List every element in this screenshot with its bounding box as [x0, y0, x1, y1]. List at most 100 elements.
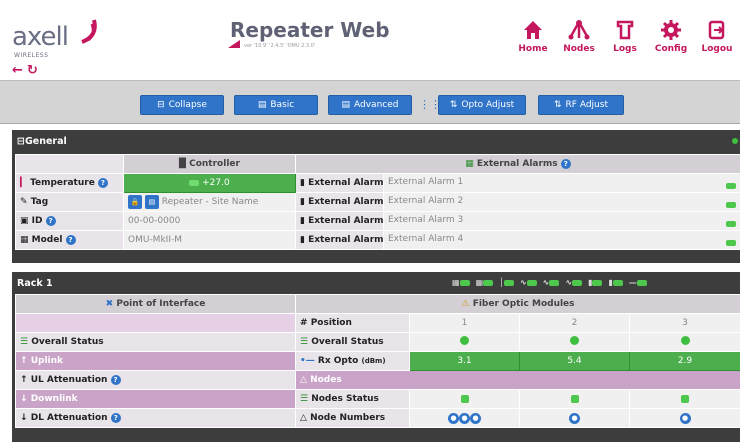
external-alarm-3-label: ▮ External Alarm 3 [295, 211, 384, 231]
nodes-status-2 [519, 389, 630, 409]
rack-panel-header[interactable]: Rack 1 ▦ ▦ │ ∿ ∿ ∿ ▮ ▮ — [12, 272, 740, 294]
logo-subtext: WIRELESS [14, 52, 49, 59]
basic-icon: ▤ [257, 100, 267, 110]
poi-header: ✖ Point of Interface [15, 294, 296, 314]
position-1: 1 [409, 313, 520, 333]
collapse-toggle-icon[interactable]: ⊟ [17, 136, 25, 147]
nav-nodes-label: Nodes [563, 44, 595, 54]
rx-opto-3: 2.9 [629, 351, 740, 371]
rx-opto-label: •— Rx Opto (dBm) [295, 351, 410, 371]
tag-label: ✎ Tag [15, 192, 124, 212]
nav-config-label: Config [654, 44, 688, 54]
back-arrow-icon[interactable]: ← [12, 63, 23, 78]
external-alarm-2-value: External Alarm 2 [383, 192, 740, 212]
nav-logs-label: Logs [613, 44, 637, 54]
general-status-led [732, 138, 738, 144]
info-icon[interactable]: ? [97, 178, 108, 188]
node-numbers-2[interactable]: ● [519, 408, 630, 428]
rx-opto-2: 5.4 [519, 351, 630, 371]
version-text: ver '10.9' '2.4.5' 'OMU 2.3.0' [244, 43, 316, 49]
nodes-status-3 [629, 389, 740, 409]
info-icon[interactable]: ? [110, 413, 121, 423]
dl-attenuation-label: ↓ DL Attenuation ? [15, 408, 296, 428]
model-value: OMU-MkII-M [123, 230, 296, 250]
general-panel: ⊟ General █ Controller ▦ External Alarms… [12, 130, 740, 263]
info-icon[interactable]: ? [45, 216, 56, 226]
tag-value: 🔒 ▤ Repeater - Site Name [123, 192, 296, 212]
edit-icon[interactable]: ▤ [144, 195, 159, 209]
info-icon[interactable]: ? [560, 159, 571, 169]
position-2: 2 [519, 313, 630, 333]
rack-title: Rack 1 [17, 277, 53, 289]
app-header: axell WIRELESS Repeater Web ver '10.9' '… [0, 0, 740, 80]
rack-status-leds: ▦ ▦ │ ∿ ∿ ∿ ▮ ▮ — [452, 278, 647, 287]
nodes-status-1 [409, 389, 520, 409]
node-numbers-1[interactable]: ● ● ● [409, 408, 520, 428]
controller-header: █ Controller [123, 154, 296, 174]
downlink-label: ↓ Downlink [15, 389, 296, 409]
node-numbers-3[interactable]: ● [629, 408, 740, 428]
nav-config[interactable]: Config [648, 20, 694, 54]
axell-logo: axell WIRELESS [12, 19, 97, 59]
poi-overall-status-label: ☰ Overall Status [15, 332, 296, 352]
general-title: General [24, 135, 67, 147]
opto-adjust-icon: ⇅ [449, 100, 458, 110]
main-nav: Home Nodes Logs Config Logou [510, 20, 740, 54]
external-alarm-4-label: ▮ External Alarm 4 [295, 230, 384, 250]
opto-adjust-button[interactable]: ⇅ Opto Adjust [438, 95, 526, 115]
general-corner [15, 154, 124, 174]
nav-logout[interactable]: Logou [694, 20, 740, 54]
info-icon[interactable]: ? [65, 235, 76, 245]
external-alarm-3-value: External Alarm 3 [383, 211, 740, 231]
advanced-button[interactable]: ▤ Advanced [328, 95, 412, 115]
nav-home[interactable]: Home [510, 20, 556, 54]
advanced-label: Advanced [354, 100, 399, 110]
fom-header: ⚠ Fiber Optic Modules [295, 294, 740, 314]
fom-overall-status-label: ☰ Overall Status [295, 332, 410, 352]
rack-table: ✖ Point of Interface ⚠ Fiber Optic Modul… [15, 294, 740, 428]
rf-adjust-icon: ⇅ [554, 100, 562, 110]
rf-adjust-button[interactable]: ⇅ RF Adjust [538, 95, 624, 115]
id-label: ▣ ID ? [15, 211, 124, 231]
node-numbers-label: △ Node Numbers [295, 408, 410, 428]
rx-opto-1: 3.1 [409, 351, 520, 371]
external-alarms-header: ▦ External Alarms ? [295, 154, 740, 174]
lock-icon[interactable]: 🔒 [128, 195, 142, 209]
uplink-label: ↑ Uplink [15, 351, 296, 371]
logout-icon [708, 20, 725, 40]
model-label: ▦ Model ? [15, 230, 124, 250]
fom-overall-status-1 [409, 332, 520, 352]
collapse-label: Collapse [168, 100, 207, 110]
refresh-icon[interactable]: ↻ [27, 63, 38, 78]
nav-nodes[interactable]: Nodes [556, 20, 602, 54]
ul-attenuation-label: ↑ UL Attenuation ? [15, 370, 296, 390]
general-table: █ Controller ▦ External Alarms ? ▎ Tempe… [15, 154, 740, 250]
nav-home-label: Home [518, 44, 548, 54]
nodes-icon [568, 20, 590, 40]
external-alarm-2-label: ▮ External Alarm 2 [295, 192, 384, 212]
config-icon [661, 20, 681, 40]
logo-arc-icon [81, 19, 97, 44]
collapse-button[interactable]: ⊟ Collapse [140, 95, 224, 115]
general-panel-header[interactable]: ⊟ General [12, 130, 740, 152]
nodes-status-label: ☰ Nodes Status [295, 389, 410, 409]
signal-icon [228, 40, 240, 48]
collapse-icon: ⊟ [157, 100, 165, 110]
nav-logs[interactable]: Logs [602, 20, 648, 54]
fom-overall-status-2 [519, 332, 630, 352]
advanced-icon: ▤ [341, 100, 351, 110]
toolbar: ⊟ Collapse ▤ Basic ▤ Advanced ⋮⋮⋮ ⇅ Opto… [0, 80, 740, 124]
app-title: Repeater Web [230, 18, 390, 42]
rack-panel: Rack 1 ▦ ▦ │ ∿ ∿ ∿ ▮ ▮ — ✖ Point of Inte… [12, 272, 740, 442]
nodes-section-label: △ Nodes [295, 370, 740, 390]
basic-button[interactable]: ▤ Basic [234, 95, 318, 115]
external-alarm-1-value: External Alarm 1 [383, 173, 740, 193]
external-alarm-4-value: External Alarm 4 [383, 230, 740, 250]
info-icon[interactable]: ? [110, 375, 121, 385]
position-label: # Position [295, 313, 410, 333]
temperature-label: ▎ Temperature ? [15, 173, 124, 193]
logo-text: axell [12, 22, 69, 52]
rf-adjust-label: RF Adjust [565, 100, 608, 110]
fom-overall-status-3 [629, 332, 740, 352]
position-3: 3 [629, 313, 740, 333]
